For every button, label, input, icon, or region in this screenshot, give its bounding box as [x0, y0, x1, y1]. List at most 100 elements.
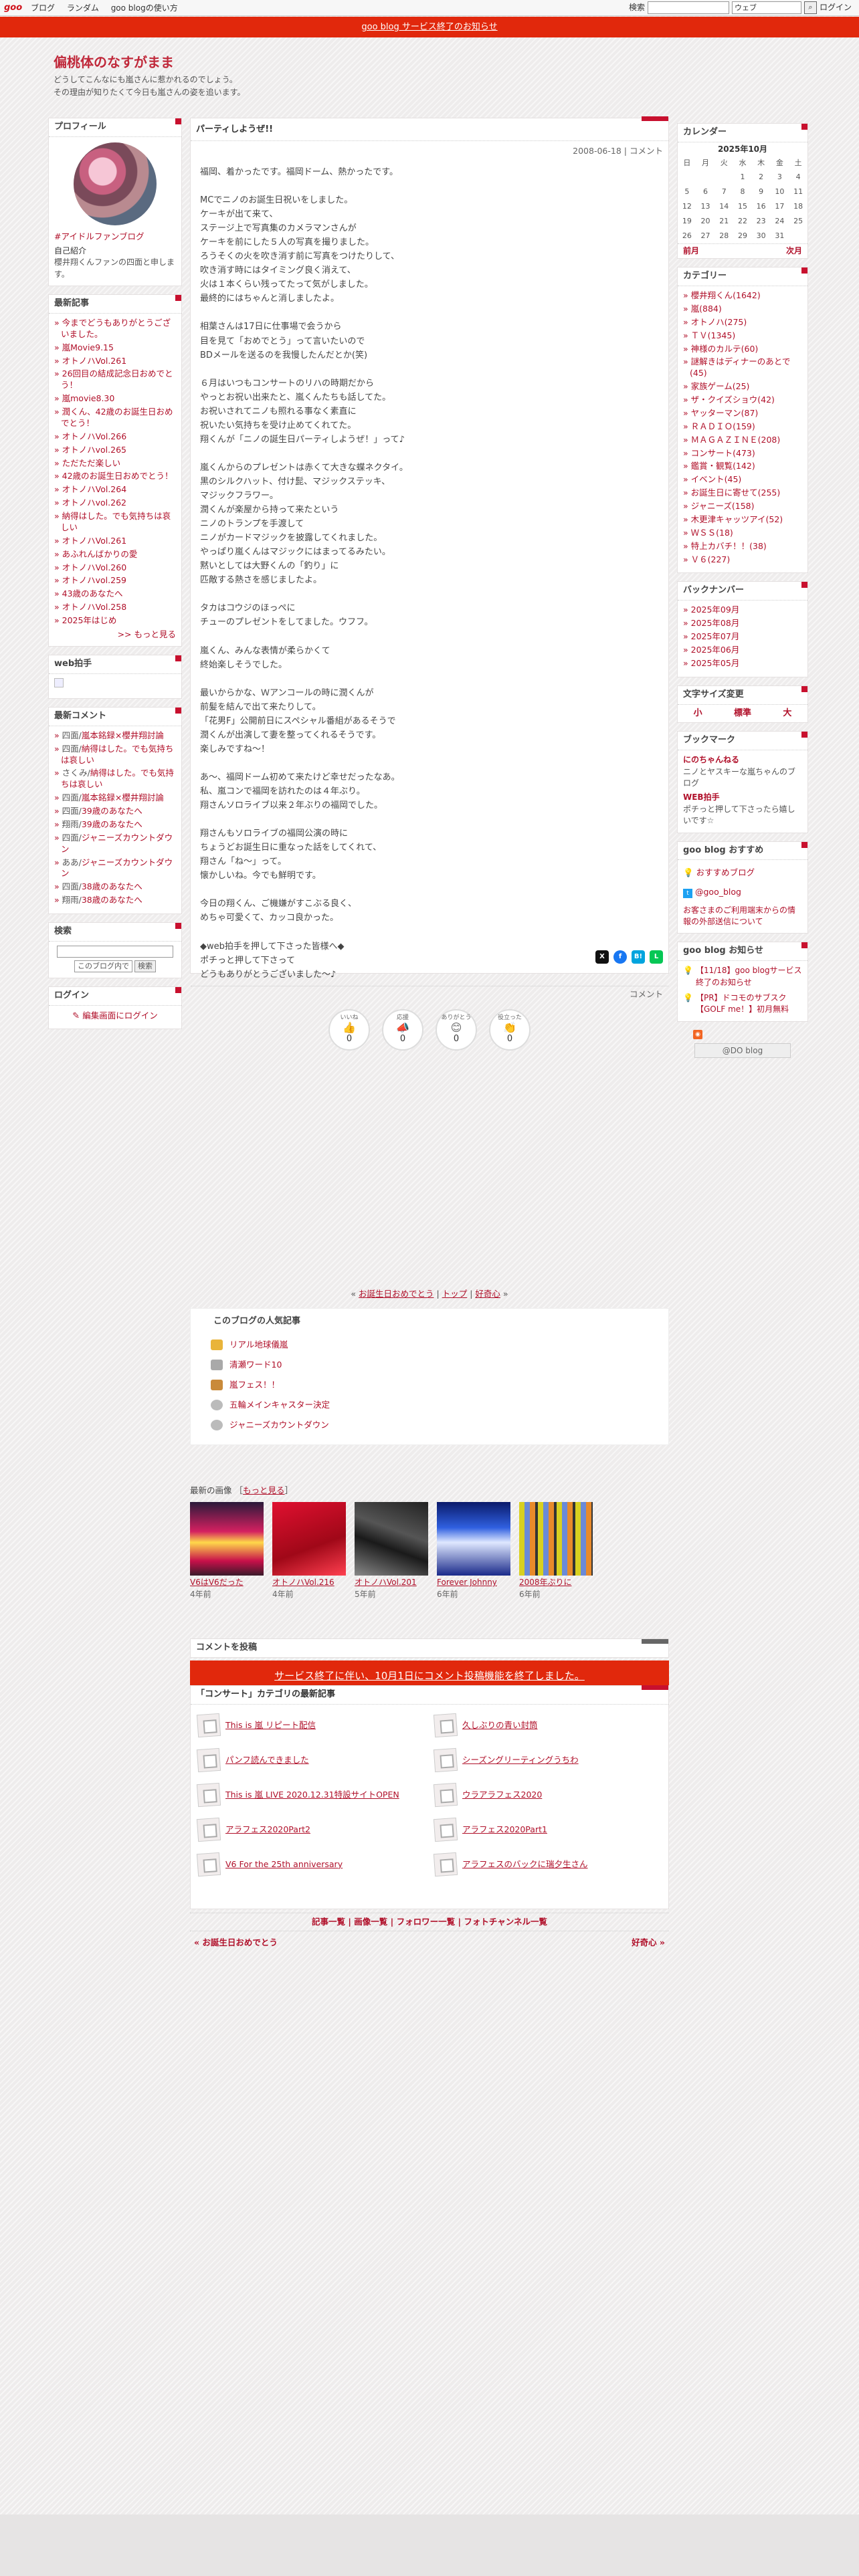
goo-logo[interactable]: goo: [4, 2, 22, 15]
font-size-medium[interactable]: 標準: [734, 708, 751, 720]
news-link[interactable]: 【11/18】goo blogサービス終了のお知らせ: [696, 965, 802, 988]
recent-post-link[interactable]: オトノハVol.260: [54, 562, 176, 574]
recent-image-thumb[interactable]: [272, 1502, 346, 1576]
recent-post-link[interactable]: 潤くん、42歳のお誕生日おめでとう！: [54, 407, 176, 429]
reaction-button[interactable]: 役立った 👏 0: [489, 1008, 531, 1051]
post-footer-comment-link[interactable]: コメント: [191, 985, 668, 1002]
recent-post-link[interactable]: オトノハVol.261: [54, 536, 176, 547]
footer-badge[interactable]: @DO blog: [694, 1043, 791, 1058]
backnumber-link[interactable]: 2025年06月: [683, 645, 802, 656]
rss-icon[interactable]: ◉: [693, 1029, 702, 1039]
reaction-button[interactable]: 応援 📣 0: [382, 1008, 423, 1051]
category-link[interactable]: 櫻井翔くん(1642): [683, 290, 802, 302]
news-link[interactable]: 【PR】ドコモのサブスク【GOLF me！】初月無料: [696, 992, 802, 1016]
font-size-small[interactable]: 小: [694, 708, 702, 720]
recent-post-link[interactable]: 嵐movie8.30: [54, 393, 176, 405]
category-link[interactable]: ＷＳＳ(18): [683, 528, 802, 539]
comment-post-link[interactable]: 39歳のあなたへ: [82, 819, 142, 829]
recent-post-link[interactable]: 2025年はじめ: [54, 615, 176, 627]
backnumber-link[interactable]: 2025年07月: [683, 631, 802, 643]
next-post-link[interactable]: 好奇心: [475, 1289, 500, 1299]
recent-post-link[interactable]: 今までどうもありがとうございました。: [54, 318, 176, 340]
category-link[interactable]: 謎解きはディナーのあとで(45): [683, 356, 802, 379]
blog-title[interactable]: 偏桃体のなすがまま: [54, 53, 174, 72]
recent-post-link[interactable]: オトノハVol.258: [54, 602, 176, 613]
comment-post-link[interactable]: 嵐本銘録×櫻井翔討論: [82, 792, 164, 802]
top-search-select[interactable]: ウェブ: [732, 1, 802, 14]
recent-image-thumb[interactable]: [355, 1502, 428, 1576]
category-link[interactable]: 鑑賞・観覧(142): [683, 461, 802, 472]
recent-image-thumb[interactable]: [519, 1502, 593, 1576]
font-size-large[interactable]: 大: [783, 708, 791, 720]
recent-post-link[interactable]: オトノハvol.265: [54, 445, 176, 456]
external-transmission-link[interactable]: お客さまのご利用端末からの情報の外部送信について: [683, 905, 802, 928]
category-latest-link[interactable]: パンフ読んできました: [225, 1754, 309, 1766]
category-link[interactable]: ＴＶ(1345): [683, 330, 802, 342]
calendar-next-link[interactable]: 次月: [786, 245, 802, 257]
footer-next-link[interactable]: 好奇心 »: [632, 1937, 665, 1949]
category-latest-link[interactable]: アラフェスのバックに瑞夕生さん: [462, 1858, 588, 1870]
post-title[interactable]: パーティしようぜ!!: [191, 116, 668, 141]
top-login-link[interactable]: ログイン: [820, 2, 852, 13]
recent-image-thumb[interactable]: [190, 1502, 264, 1576]
post-comment-link[interactable]: コメント: [630, 146, 663, 156]
category-latest-link[interactable]: シーズングリーティングうちわ: [462, 1754, 579, 1766]
recent-post-link[interactable]: あふれんばかりの愛: [54, 549, 176, 560]
category-link[interactable]: ジャニーズ(158): [683, 501, 802, 512]
category-link[interactable]: ＲＡＤＩＯ(159): [683, 421, 802, 433]
recommend-blogs-link[interactable]: おすすめブログ: [696, 867, 755, 877]
top-search-input[interactable]: [648, 1, 730, 14]
recent-image-card[interactable]: Forever Johnny 6年前: [437, 1502, 510, 1600]
recent-post-link[interactable]: オトノハvol.259: [54, 575, 176, 586]
category-link[interactable]: ヤッターマン(87): [683, 408, 802, 419]
top-link-blog[interactable]: ブログ: [31, 3, 55, 13]
category-link[interactable]: イベント(45): [683, 474, 802, 486]
photo-channel-link[interactable]: フォトチャンネル一覧: [464, 1917, 547, 1927]
recent-image-thumb[interactable]: [437, 1502, 510, 1576]
recent-post-link[interactable]: オトノハVol.261: [54, 356, 176, 367]
category-link[interactable]: お誕生日に寄せて(255): [683, 488, 802, 499]
recent-images-more-link[interactable]: もっと見る: [243, 1485, 285, 1495]
top-link-random[interactable]: ランダム: [67, 3, 99, 13]
hatena-share-icon[interactable]: B!: [632, 950, 645, 964]
bookmark-name[interactable]: にのちゃんねる: [683, 754, 802, 766]
category-link[interactable]: 神様のカルテ(60): [683, 344, 802, 355]
comment-post-link[interactable]: 38歳のあなたへ: [82, 895, 142, 905]
recent-image-caption[interactable]: オトノハVol.201: [355, 1577, 428, 1588]
comment-post-link[interactable]: 嵐本銘録×櫻井翔討論: [82, 730, 164, 740]
recent-post-link[interactable]: オトノハVol.266: [54, 431, 176, 443]
category-link[interactable]: 嵐(884): [683, 304, 802, 315]
top-link[interactable]: トップ: [442, 1289, 468, 1299]
popular-post-link[interactable]: 清瀬ワード10: [229, 1355, 282, 1375]
footer-prev-link[interactable]: « お誕生日おめでとう: [194, 1937, 278, 1949]
recent-post-link[interactable]: 26回目の結成記念日おめでとう！: [54, 368, 176, 391]
recent-post-link[interactable]: 嵐Movie9.15: [54, 342, 176, 354]
category-latest-link[interactable]: 久しぶりの青い封筒: [462, 1719, 538, 1731]
facebook-share-icon[interactable]: f: [613, 950, 627, 964]
recent-more-link[interactable]: >> もっと見る: [54, 629, 176, 641]
search-icon[interactable]: ⌕: [804, 1, 818, 14]
prev-post-link[interactable]: お誕生日おめでとう: [359, 1289, 434, 1299]
comment-post-link[interactable]: 38歳のあなたへ: [82, 881, 142, 891]
blog-search-scope[interactable]: このブログ内で: [74, 960, 132, 972]
reaction-button[interactable]: いいね 👍 0: [328, 1008, 370, 1051]
comment-post-link[interactable]: 39歳のあなたへ: [82, 806, 142, 816]
popular-post-link[interactable]: ジャニーズカウントダウン: [229, 1415, 329, 1435]
backnumber-link[interactable]: 2025年09月: [683, 605, 802, 616]
profile-caption[interactable]: #アイドルファンブログ: [54, 231, 176, 243]
category-latest-link[interactable]: V6 For the 25th anniversary: [225, 1858, 343, 1870]
blog-search-button[interactable]: 検索: [134, 960, 156, 972]
category-link[interactable]: コンサート(473): [683, 448, 802, 459]
recent-post-link[interactable]: 納得はした。でも気持ちは哀しい: [54, 511, 176, 534]
category-link[interactable]: ザ・クイズショウ(42): [683, 395, 802, 406]
category-link[interactable]: 家族ゲーム(25): [683, 381, 802, 393]
recent-post-link[interactable]: ただただ楽しい: [54, 458, 176, 469]
recent-image-card[interactable]: オトノハVol.216 4年前: [272, 1502, 346, 1600]
recent-image-caption[interactable]: V6はV6だった: [190, 1577, 264, 1588]
recent-image-card[interactable]: オトノハVol.201 5年前: [355, 1502, 428, 1600]
edit-login-link[interactable]: 編集画面にログイン: [82, 1010, 158, 1021]
popular-post-link[interactable]: 嵐フェス！！: [229, 1375, 280, 1395]
web-clap-image-icon[interactable]: [54, 677, 64, 687]
comment-closed-link[interactable]: サービス終了に伴い、10月1日にコメント投稿機能を終了しました。: [274, 1670, 585, 1682]
article-list-link[interactable]: 記事一覧: [312, 1917, 345, 1927]
